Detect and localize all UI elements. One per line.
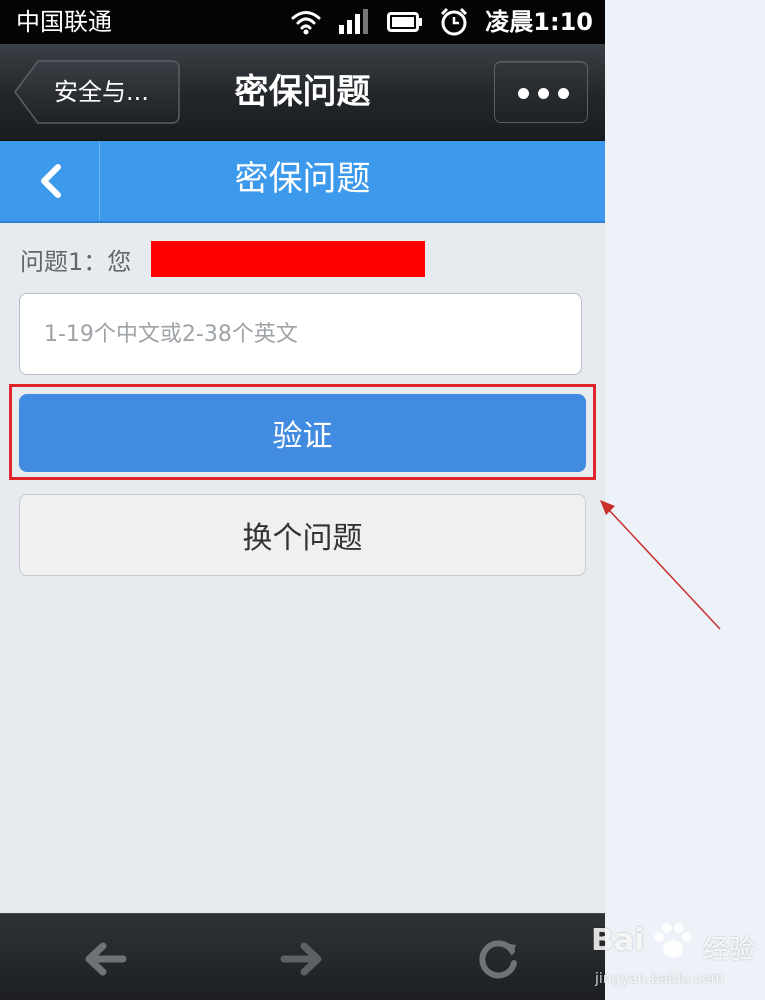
arrow-forward-icon[interactable] bbox=[280, 941, 324, 977]
app-title-bar: 安全与... 密保问题 bbox=[0, 44, 605, 141]
bottom-nav-bar bbox=[0, 913, 605, 1000]
header-back-button[interactable] bbox=[0, 141, 100, 221]
refresh-icon[interactable] bbox=[476, 937, 522, 983]
status-bar: 中国联通 凌晨1:10 bbox=[0, 0, 605, 44]
watermark-brand: Bai bbox=[591, 923, 645, 958]
paw-icon bbox=[654, 923, 692, 958]
page-title: 密保问题 bbox=[234, 159, 371, 199]
watermark-url: jingyan.baidu.com bbox=[595, 971, 725, 987]
watermark-brand-suffix: 经验 bbox=[703, 935, 756, 965]
back-button[interactable]: 安全与... bbox=[14, 60, 180, 124]
wifi-icon bbox=[291, 11, 321, 35]
clock: 凌晨1:10 bbox=[485, 8, 593, 36]
chevron-left-icon bbox=[41, 164, 61, 198]
battery-icon bbox=[387, 12, 423, 32]
alarm-icon bbox=[441, 7, 468, 36]
redaction-bar bbox=[151, 241, 425, 277]
arrow-back-icon[interactable] bbox=[83, 941, 127, 977]
more-button[interactable] bbox=[494, 61, 588, 123]
page-header: 密保问题 bbox=[0, 141, 605, 223]
back-button-label: 安全与... bbox=[54, 78, 149, 106]
annotation-highlight-box bbox=[9, 384, 596, 480]
more-dots-icon bbox=[518, 88, 569, 99]
answer-input[interactable] bbox=[19, 293, 582, 375]
annotation-arrow bbox=[600, 500, 721, 630]
switch-question-button[interactable]: 换个问题 bbox=[19, 494, 586, 576]
question-label: 问题1：您 bbox=[20, 247, 132, 276]
signal-icon bbox=[339, 9, 369, 34]
app-title: 密保问题 bbox=[234, 72, 371, 112]
carrier-name: 中国联通 bbox=[16, 8, 112, 36]
baidu-watermark: Bai 经验 jingyan.baidu.com bbox=[585, 915, 765, 1000]
phone-screen: 中国联通 凌晨1:10 安全与... 密保问题 密保问题 问题1：您 1-19个… bbox=[0, 0, 605, 1000]
status-icons: 凌晨1:10 bbox=[291, 5, 593, 39]
